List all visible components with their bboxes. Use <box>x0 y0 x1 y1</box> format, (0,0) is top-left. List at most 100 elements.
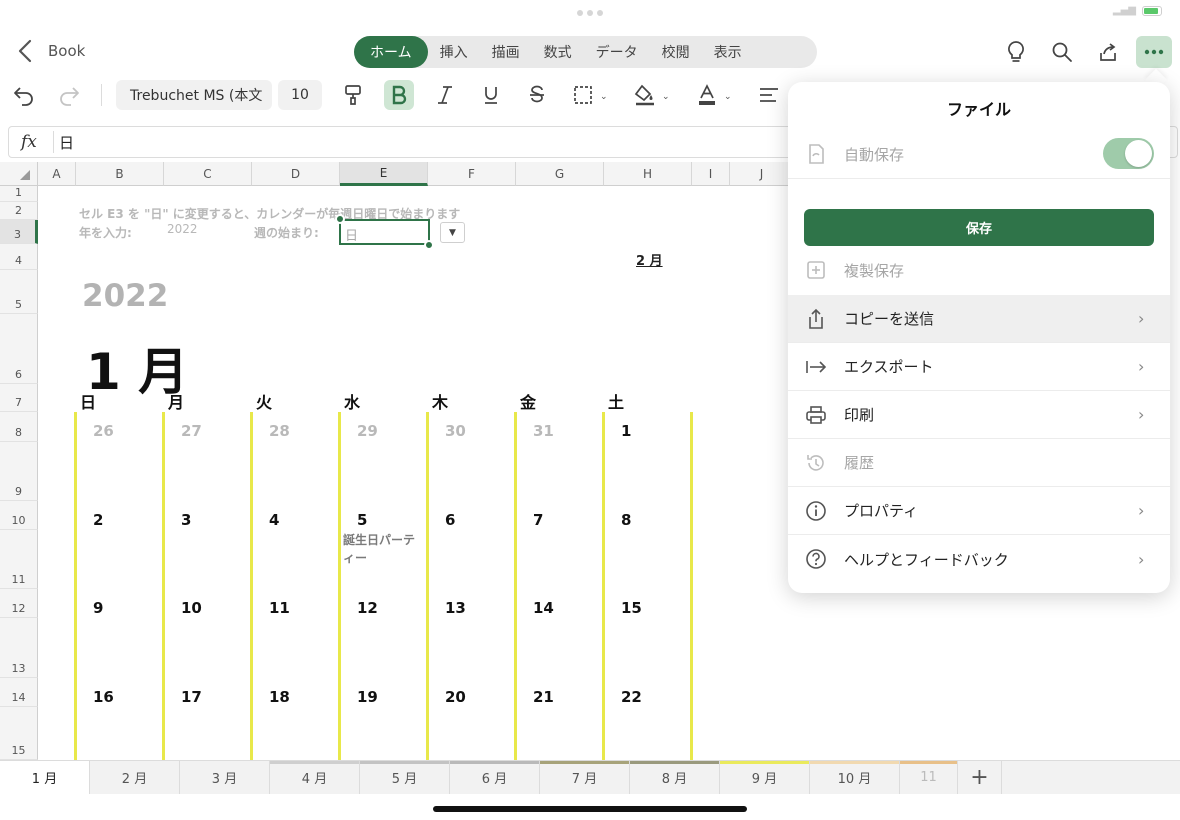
day-cell[interactable]: 28 <box>269 422 290 440</box>
day-cell[interactable]: 26 <box>93 422 114 440</box>
borders-icon[interactable] <box>568 80 598 110</box>
day-cell[interactable]: 10 <box>181 599 202 617</box>
row-header-2[interactable]: 2 <box>0 202 38 220</box>
bold-icon[interactable] <box>384 80 414 110</box>
font-size-field[interactable]: 10 <box>278 80 322 110</box>
column-header-c[interactable]: C <box>164 162 252 186</box>
day-cell[interactable]: 15 <box>621 599 642 617</box>
back-button[interactable]: Book <box>14 38 85 64</box>
font-color-icon[interactable] <box>692 80 722 110</box>
row-header-7[interactable]: 7 <box>0 384 38 412</box>
column-header-f[interactable]: F <box>428 162 516 186</box>
year-input-value[interactable]: 2022 <box>167 222 198 236</box>
selection-handle-top[interactable] <box>335 214 345 224</box>
sheet-tab-apr[interactable]: 4 月 <box>270 761 360 794</box>
format-painter-icon[interactable] <box>338 80 368 110</box>
sheet-tab-jan[interactable]: 1 月 <box>0 761 90 794</box>
menu-item-send-copy[interactable]: コピーを送信 › <box>788 295 1170 343</box>
underline-icon[interactable] <box>476 80 506 110</box>
sheet-tab-jul[interactable]: 7 月 <box>540 761 630 794</box>
home-indicator[interactable] <box>433 806 747 812</box>
menu-item-help-feedback[interactable]: ヘルプとフィードバック › <box>788 535 1170 583</box>
feb-link[interactable]: 2 月 <box>636 250 663 269</box>
cell-dropdown-button[interactable]: ▼ <box>440 222 465 243</box>
multitasking-dots[interactable] <box>577 10 603 16</box>
column-header-g[interactable]: G <box>516 162 604 186</box>
row-header-4[interactable]: 4 <box>0 244 38 270</box>
redo-icon[interactable] <box>54 80 84 110</box>
sheet-tab-oct[interactable]: 10 月 <box>810 761 900 794</box>
sheet-tab-aug[interactable]: 8 月 <box>630 761 720 794</box>
search-icon[interactable] <box>1044 36 1080 68</box>
tab-draw[interactable]: 描画 <box>480 36 532 68</box>
day-cell[interactable]: 18 <box>269 688 290 706</box>
column-header-j[interactable]: J <box>730 162 794 186</box>
row-header-11[interactable]: 11 <box>0 530 38 589</box>
tab-insert[interactable]: 挿入 <box>428 36 480 68</box>
column-header-a[interactable]: A <box>38 162 76 186</box>
column-header-h[interactable]: H <box>604 162 692 186</box>
day-cell[interactable]: 27 <box>181 422 202 440</box>
row-header-12[interactable]: 12 <box>0 589 38 618</box>
day-cell[interactable]: 21 <box>533 688 554 706</box>
day-cell[interactable]: 1 <box>621 422 631 440</box>
select-all-corner[interactable] <box>0 162 38 186</box>
italic-icon[interactable] <box>430 80 460 110</box>
day-cell[interactable]: 29 <box>357 422 378 440</box>
selection-handle-bottom[interactable] <box>424 240 434 250</box>
font-name-field[interactable]: Trebuchet MS (本文 <box>116 80 272 110</box>
share-icon[interactable] <box>1090 36 1126 68</box>
day-cell[interactable]: 19 <box>357 688 378 706</box>
save-button[interactable]: 保存 <box>804 209 1154 246</box>
sheet-tab-mar[interactable]: 3 月 <box>180 761 270 794</box>
selected-cell-e3[interactable]: 日 <box>339 219 430 245</box>
day-cell[interactable]: 4 <box>269 511 279 529</box>
day-cell[interactable]: 20 <box>445 688 466 706</box>
tab-home[interactable]: ホーム <box>354 36 428 68</box>
column-header-d[interactable]: D <box>252 162 340 186</box>
row-header-1[interactable]: 1 <box>0 186 38 202</box>
sheet-tab-nov[interactable]: 11 <box>900 761 958 794</box>
autosave-toggle[interactable] <box>1103 138 1154 169</box>
day-cell[interactable]: 12 <box>357 599 378 617</box>
menu-item-export[interactable]: エクスポート › <box>788 343 1170 391</box>
day-cell[interactable]: 6 <box>445 511 455 529</box>
strikethrough-icon[interactable] <box>522 80 552 110</box>
more-icon[interactable] <box>1136 36 1172 68</box>
row-header-3[interactable]: 3 <box>0 220 38 244</box>
formula-input[interactable]: 日 <box>59 132 74 153</box>
tab-formulas[interactable]: 数式 <box>532 36 584 68</box>
tab-data[interactable]: データ <box>584 36 650 68</box>
row-header-8[interactable]: 8 <box>0 412 38 442</box>
day-cell[interactable]: 22 <box>621 688 642 706</box>
add-sheet-button[interactable]: + <box>958 761 1002 794</box>
menu-item-print[interactable]: 印刷 › <box>788 391 1170 439</box>
fill-color-icon[interactable] <box>630 80 660 110</box>
day-cell[interactable]: 5 <box>357 511 367 529</box>
tab-review[interactable]: 校閲 <box>650 36 702 68</box>
sheet-tab-jun[interactable]: 6 月 <box>450 761 540 794</box>
row-header-9[interactable]: 9 <box>0 442 38 501</box>
lightbulb-icon[interactable] <box>998 36 1034 68</box>
day-cell[interactable]: 9 <box>93 599 103 617</box>
align-icon[interactable] <box>754 80 784 110</box>
menu-item-properties[interactable]: プロパティ › <box>788 487 1170 535</box>
sheet-tab-sep[interactable]: 9 月 <box>720 761 810 794</box>
day-cell[interactable]: 16 <box>93 688 114 706</box>
row-header-14[interactable]: 14 <box>0 678 38 707</box>
column-header-i[interactable]: I <box>692 162 730 186</box>
day-cell[interactable]: 30 <box>445 422 466 440</box>
day-cell[interactable]: 13 <box>445 599 466 617</box>
column-header-b[interactable]: B <box>76 162 164 186</box>
day-cell[interactable]: 3 <box>181 511 191 529</box>
row-header-15[interactable]: 15 <box>0 707 38 760</box>
sheet-tab-may[interactable]: 5 月 <box>360 761 450 794</box>
column-header-e[interactable]: E <box>340 162 428 186</box>
row-header-5[interactable]: 5 <box>0 270 38 314</box>
day-cell[interactable]: 8 <box>621 511 631 529</box>
day-cell[interactable]: 11 <box>269 599 290 617</box>
row-header-13[interactable]: 13 <box>0 618 38 678</box>
row-header-10[interactable]: 10 <box>0 501 38 530</box>
day-cell[interactable]: 31 <box>533 422 554 440</box>
day-cell[interactable]: 14 <box>533 599 554 617</box>
